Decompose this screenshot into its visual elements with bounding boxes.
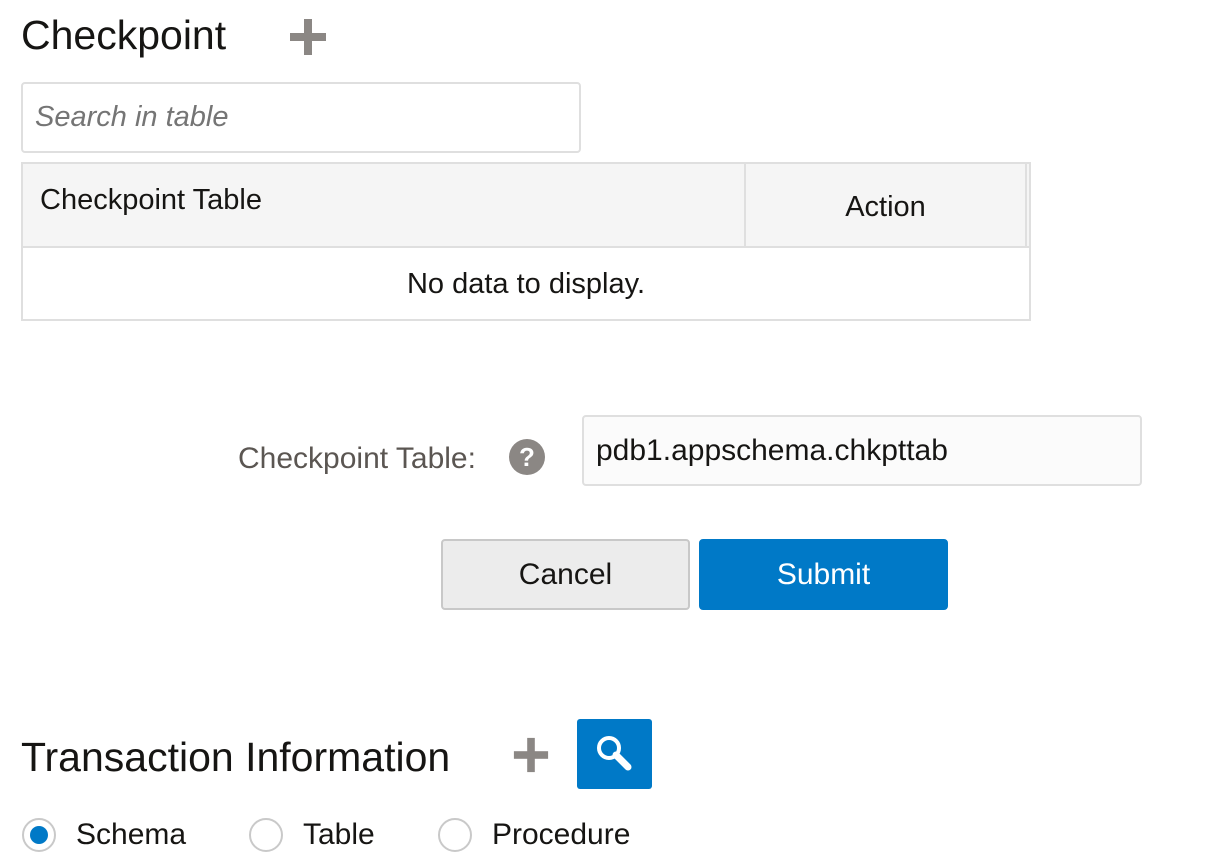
transaction-search-button[interactable]	[577, 719, 652, 789]
transaction-information-title: Transaction Information	[21, 734, 451, 780]
transaction-add-button[interactable]	[512, 736, 550, 774]
plus-icon	[513, 737, 549, 773]
radio-schema[interactable]: Schema	[22, 818, 186, 852]
magnifier-icon	[597, 736, 632, 771]
radio-indicator-checked	[22, 818, 56, 852]
checkpoint-table-label: Checkpoint Table:	[238, 442, 476, 475]
column-header-action[interactable]: Action	[746, 164, 1027, 246]
radio-indicator	[249, 818, 283, 852]
radio-table[interactable]: Table	[249, 818, 375, 852]
table-search-input[interactable]	[21, 82, 581, 153]
help-icon[interactable]: ?	[509, 439, 545, 475]
checkpoint-table-input[interactable]	[582, 415, 1142, 486]
empty-table-message: No data to display.	[406, 268, 646, 300]
column-header-checkpoint-table[interactable]: Checkpoint Table	[23, 164, 746, 246]
radio-indicator	[438, 818, 472, 852]
checkpoint-add-button[interactable]	[288, 17, 328, 57]
checkpoint-title: Checkpoint	[21, 12, 227, 58]
radio-procedure[interactable]: Procedure	[438, 818, 630, 852]
cancel-button[interactable]: Cancel	[441, 539, 690, 610]
radio-label-schema: Schema	[76, 818, 187, 851]
table-header: Checkpoint Table Action	[23, 164, 1029, 248]
radio-label-procedure: Procedure	[492, 818, 631, 851]
plus-icon	[290, 19, 326, 55]
checkpoint-table: Checkpoint Table Action No data to displ…	[21, 162, 1031, 321]
radio-label-table: Table	[303, 818, 375, 851]
submit-button[interactable]: Submit	[699, 539, 948, 610]
